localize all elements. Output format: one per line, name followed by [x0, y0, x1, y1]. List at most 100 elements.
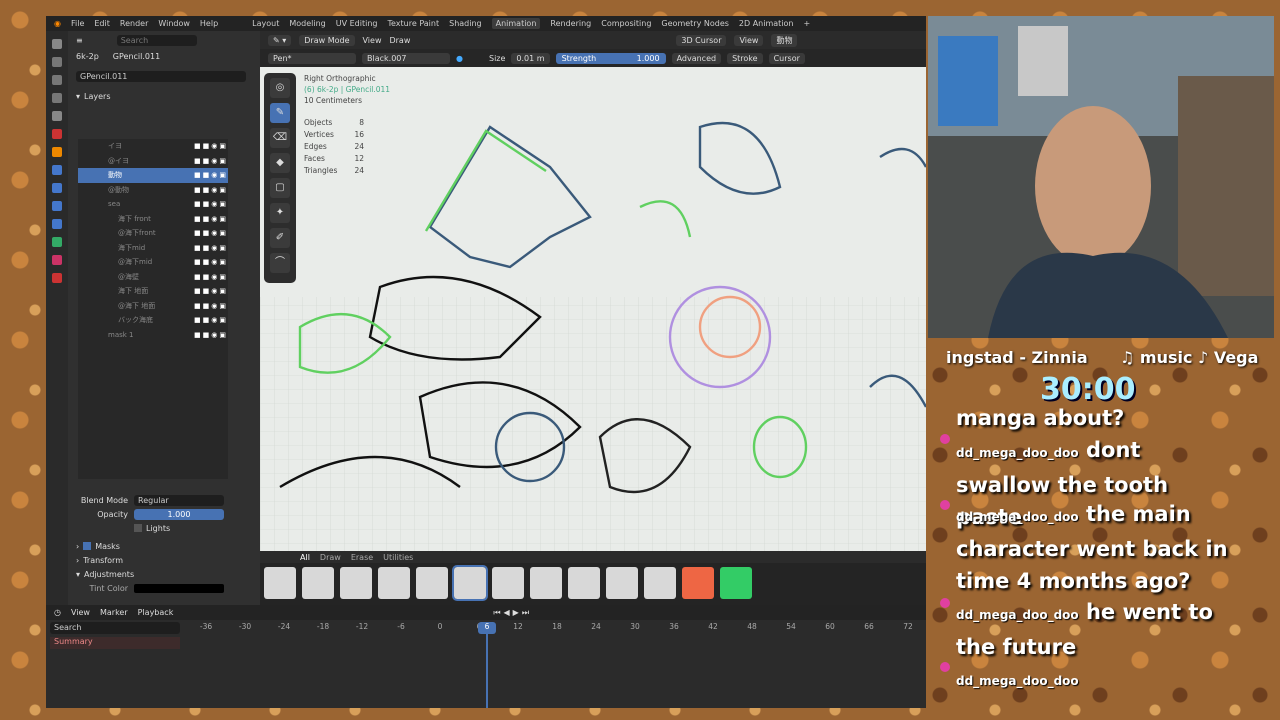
layer-row[interactable]: @海下 地面 ■■◉▣ — [78, 299, 228, 314]
layer-row[interactable]: 海下 front ■■◉▣ — [78, 212, 228, 227]
tool-icon[interactable] — [52, 39, 62, 49]
material-color-icon[interactable]: ● — [456, 54, 463, 63]
layer-row[interactable]: @動物 ■■◉▣ — [78, 183, 228, 198]
brush-item[interactable] — [378, 567, 410, 599]
masks-checkbox[interactable] — [83, 542, 92, 550]
layer-visibility-icons[interactable]: ■■◉▣ — [170, 302, 228, 310]
layer-dropdown[interactable]: 動物 — [771, 33, 798, 47]
curve-tool-icon[interactable]: ⌒ — [270, 253, 290, 273]
material-dropdown[interactable]: Black.007 — [362, 52, 450, 64]
tab-layout[interactable]: Layout — [252, 19, 279, 28]
scene-icon[interactable] — [52, 111, 62, 121]
brush-item[interactable] — [302, 567, 334, 599]
erase-tool-icon[interactable]: ⌫ — [270, 128, 290, 148]
menu-file[interactable]: File — [71, 19, 84, 28]
3d-viewport[interactable]: ◎ ✎ ⌫ ◆ ▢ ✦ ✐ ⌒ Right Orthographic (6) 6… — [260, 67, 926, 551]
tab-shading[interactable]: Shading — [449, 19, 482, 28]
view-layer-icon[interactable] — [52, 93, 62, 103]
render-icon[interactable] — [52, 57, 62, 67]
tab-texture-paint[interactable]: Texture Paint — [387, 19, 439, 28]
mode-dropdown[interactable]: Draw Mode — [299, 34, 355, 46]
summary-row[interactable]: Summary — [50, 637, 180, 649]
brush-tab-utilities[interactable]: Utilities — [383, 553, 413, 562]
timeline-marker-menu[interactable]: Marker — [100, 608, 128, 617]
menu-help[interactable]: Help — [200, 19, 218, 28]
tab-geometry-nodes[interactable]: Geometry Nodes — [661, 19, 728, 28]
layer-visibility-icons[interactable]: ■■◉▣ — [170, 157, 228, 165]
brush-item[interactable] — [492, 567, 524, 599]
output-icon[interactable] — [52, 75, 62, 85]
strength-field[interactable]: Strength 1.000 — [555, 52, 666, 64]
view-menu[interactable]: View — [363, 36, 382, 45]
brush-tab-erase[interactable]: Erase — [351, 553, 373, 562]
layer-visibility-icons[interactable]: ■■◉▣ — [170, 229, 228, 237]
editor-type-button[interactable]: ✎ ▾ — [268, 34, 292, 46]
layer-row[interactable]: mask 1 ■■◉▣ — [78, 328, 228, 343]
effects-icon[interactable] — [52, 183, 62, 193]
timeline-view-menu[interactable]: View — [71, 608, 90, 617]
select-tool-icon[interactable]: ◎ — [270, 78, 290, 98]
data-block-field[interactable]: GPencil.011 — [76, 70, 246, 82]
layer-row[interactable]: 動物 ■■◉▣ — [78, 168, 228, 183]
brush-item[interactable] — [340, 567, 372, 599]
brush-item[interactable] — [720, 567, 752, 599]
timeline-search[interactable]: Search — [50, 622, 180, 634]
brush-item[interactable] — [416, 567, 448, 599]
layer-row[interactable]: イヨ ■■◉▣ — [78, 139, 228, 154]
timeline-playback-menu[interactable]: Playback — [138, 608, 174, 617]
brush-item[interactable] — [682, 567, 714, 599]
layer-row[interactable]: @海壁 ■■◉▣ — [78, 270, 228, 285]
editor-type-icon[interactable]: ◷ — [54, 608, 61, 617]
tab-rendering[interactable]: Rendering — [550, 19, 591, 28]
brush-item[interactable] — [644, 567, 676, 599]
draw-menu[interactable]: Draw — [389, 36, 410, 45]
playback-controls[interactable]: ⏮◀▶⏭ — [493, 608, 532, 618]
layer-row[interactable]: @海下front ■■◉▣ — [78, 226, 228, 241]
masks-section[interactable]: › Masks — [68, 539, 260, 553]
add-workspace-icon[interactable]: + — [803, 19, 810, 28]
material-icon[interactable] — [52, 255, 62, 265]
menu-render[interactable]: Render — [120, 19, 148, 28]
props-search[interactable]: Search — [116, 34, 197, 46]
cursor-dropdown[interactable]: 3D Cursor — [676, 34, 727, 46]
menu-icon[interactable]: ≡ — [76, 36, 83, 45]
view-dropdown[interactable]: View — [734, 34, 764, 46]
layer-visibility-icons[interactable]: ■■◉▣ — [170, 273, 228, 281]
world-icon[interactable] — [52, 129, 62, 139]
layer-row[interactable]: 海下 地面 ■■◉▣ — [78, 284, 228, 299]
modifier-icon[interactable] — [52, 165, 62, 175]
layer-visibility-icons[interactable]: ■■◉▣ — [170, 287, 228, 295]
brush-item[interactable] — [530, 567, 562, 599]
cursor-settings-dropdown[interactable]: Cursor — [768, 52, 805, 64]
tab-2d-animation[interactable]: 2D Animation — [739, 19, 794, 28]
stroke-dropdown[interactable]: Stroke — [727, 52, 763, 64]
blender-logo-icon[interactable]: ◉ — [54, 19, 61, 28]
playhead[interactable] — [486, 622, 488, 708]
brush-tab-all[interactable]: All — [300, 553, 310, 562]
tab-compositing[interactable]: Compositing — [601, 19, 651, 28]
brush-item[interactable] — [606, 567, 638, 599]
size-field[interactable]: 0.01 m — [511, 52, 550, 64]
texture-icon[interactable] — [52, 273, 62, 283]
layers-section[interactable]: ▾ Layers — [68, 89, 260, 103]
tab-animation[interactable]: Animation — [491, 18, 541, 29]
brush-item[interactable] — [264, 567, 296, 599]
opacity-slider[interactable]: 1.000 — [134, 508, 224, 520]
tint-tool-icon[interactable]: ✦ — [270, 203, 290, 223]
frame-ruler[interactable]: -36 -30 -24 -18 -12 -6 0 6 12 18 24 30 36 42 48 54 60 66 7… — [186, 622, 926, 634]
layer-visibility-icons[interactable]: ■■◉▣ — [170, 331, 228, 339]
brush-item-selected[interactable] — [452, 565, 488, 601]
layer-visibility-icons[interactable]: ■■◉▣ — [170, 200, 228, 208]
adjustments-section[interactable]: ▾ Adjustments — [68, 567, 260, 581]
layer-row[interactable]: バック海底 ■■◉▣ — [78, 313, 228, 328]
layer-row[interactable]: @海下mid ■■◉▣ — [78, 255, 228, 270]
layer-visibility-icons[interactable]: ■■◉▣ — [170, 186, 228, 194]
eyedropper-tool-icon[interactable]: ✐ — [270, 228, 290, 248]
layer-visibility-icons[interactable]: ■■◉▣ — [170, 171, 228, 179]
current-frame[interactable]: 6 — [478, 622, 496, 634]
tab-modeling[interactable]: Modeling — [289, 19, 325, 28]
physics-icon[interactable] — [52, 201, 62, 211]
transform-section[interactable]: › Transform — [68, 553, 260, 567]
tab-uv-editing[interactable]: UV Editing — [336, 19, 378, 28]
layer-visibility-icons[interactable]: ■■◉▣ — [170, 215, 228, 223]
